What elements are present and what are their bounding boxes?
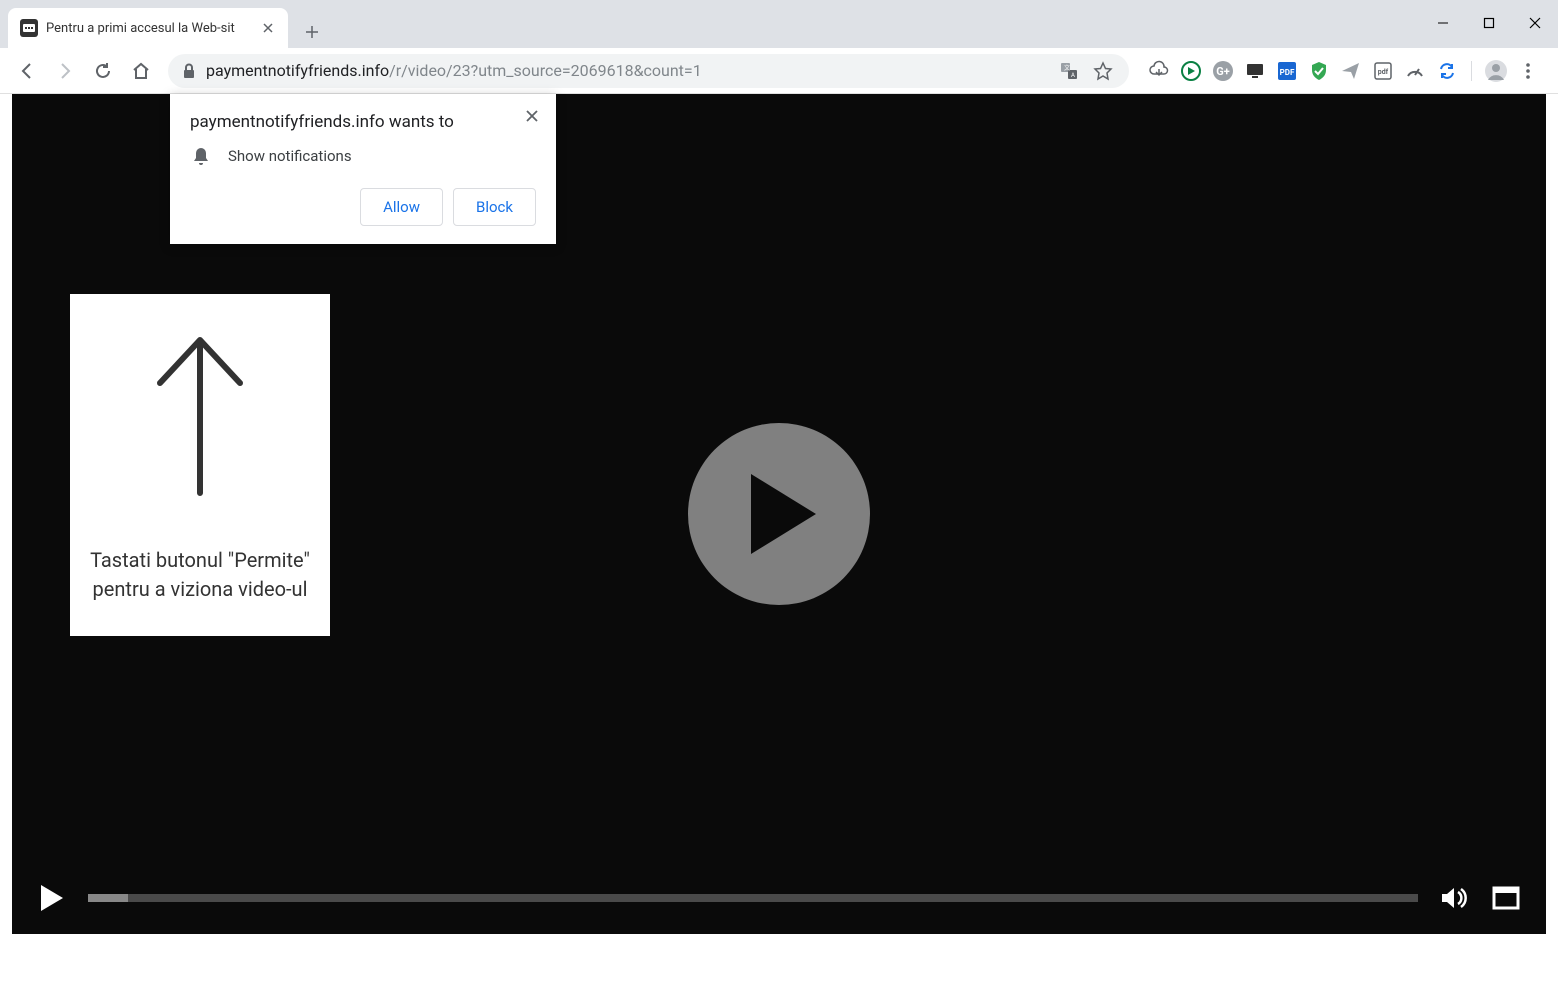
notification-permission-popup: paymentnotifyfriends.info wants to Show … [170, 94, 556, 244]
extension-gauge-icon[interactable] [1403, 59, 1427, 83]
url-domain: paymentnotifyfriends.info [206, 61, 389, 80]
tab-title: Pentru a primi accesul la Web-sit [46, 21, 254, 36]
extension-shield-icon[interactable] [1307, 59, 1331, 83]
tab-bar: Pentru a primi accesul la Web-sit [0, 0, 1558, 48]
extension-play-icon[interactable] [1179, 59, 1203, 83]
extension-cloud-icon[interactable] [1147, 59, 1171, 83]
minimize-button[interactable] [1420, 0, 1466, 45]
video-play-button[interactable] [36, 882, 68, 914]
back-button[interactable] [10, 54, 44, 88]
notification-close-button[interactable] [520, 104, 544, 128]
arrow-up-icon [145, 328, 255, 498]
notification-actions: Allow Block [190, 188, 536, 226]
video-progress-fill [88, 894, 128, 902]
maximize-button[interactable] [1466, 0, 1512, 45]
video-controls [12, 862, 1546, 934]
svg-text:PDF: PDF [1280, 68, 1295, 77]
new-tab-button[interactable] [296, 16, 328, 48]
tab-close-button[interactable] [260, 20, 276, 36]
extension-gplus-icon[interactable]: G+ [1211, 59, 1235, 83]
tab[interactable]: Pentru a primi accesul la Web-sit [8, 8, 288, 48]
hint-card: Tastati butonul "Permite" pentru a vizio… [70, 294, 330, 636]
chrome-menu-button[interactable] [1516, 59, 1540, 83]
url-path: /r/video/23?utm_source=2069618&count=1 [389, 61, 702, 80]
block-button[interactable]: Block [453, 188, 536, 226]
notification-row: Show notifications [192, 146, 536, 166]
notification-title: paymentnotifyfriends.info wants to [190, 112, 536, 132]
video-volume-button[interactable] [1438, 882, 1470, 914]
video-play-overlay-button[interactable] [688, 423, 870, 605]
extension-separator [1471, 61, 1472, 81]
allow-button[interactable]: Allow [360, 188, 443, 226]
hint-text: Tastati butonul "Permite" pentru a vizio… [90, 546, 310, 604]
video-progress-bar[interactable] [88, 894, 1418, 902]
address-bar[interactable]: paymentnotifyfriends.info/r/video/23?utm… [168, 54, 1129, 88]
svg-text:A: A [1071, 72, 1075, 79]
bell-icon [192, 146, 210, 166]
bookmark-star-icon[interactable] [1091, 59, 1115, 83]
lock-icon [182, 63, 196, 79]
extension-sync-icon[interactable] [1435, 59, 1459, 83]
svg-text:G+: G+ [1216, 65, 1230, 78]
home-button[interactable] [124, 54, 158, 88]
translate-icon[interactable]: 文A [1057, 59, 1081, 83]
svg-text:pdf: pdf [1378, 68, 1389, 76]
video-fullscreen-button[interactable] [1490, 882, 1522, 914]
window-controls [1420, 0, 1558, 45]
url-text: paymentnotifyfriends.info/r/video/23?utm… [206, 61, 1047, 80]
extensions-area: G+ PDF pdf [1147, 59, 1540, 83]
extension-send-icon[interactable] [1339, 59, 1363, 83]
tab-favicon-icon [20, 19, 38, 37]
extension-monitor-icon[interactable] [1243, 59, 1267, 83]
notification-description: Show notifications [228, 147, 352, 165]
extension-pdftool-icon[interactable]: pdf [1371, 59, 1395, 83]
forward-button[interactable] [48, 54, 82, 88]
profile-avatar-icon[interactable] [1484, 59, 1508, 83]
extension-pdf-icon[interactable]: PDF [1275, 59, 1299, 83]
reload-button[interactable] [86, 54, 120, 88]
svg-text:文: 文 [1064, 64, 1070, 72]
close-window-button[interactable] [1512, 0, 1558, 45]
toolbar: paymentnotifyfriends.info/r/video/23?utm… [0, 48, 1558, 94]
